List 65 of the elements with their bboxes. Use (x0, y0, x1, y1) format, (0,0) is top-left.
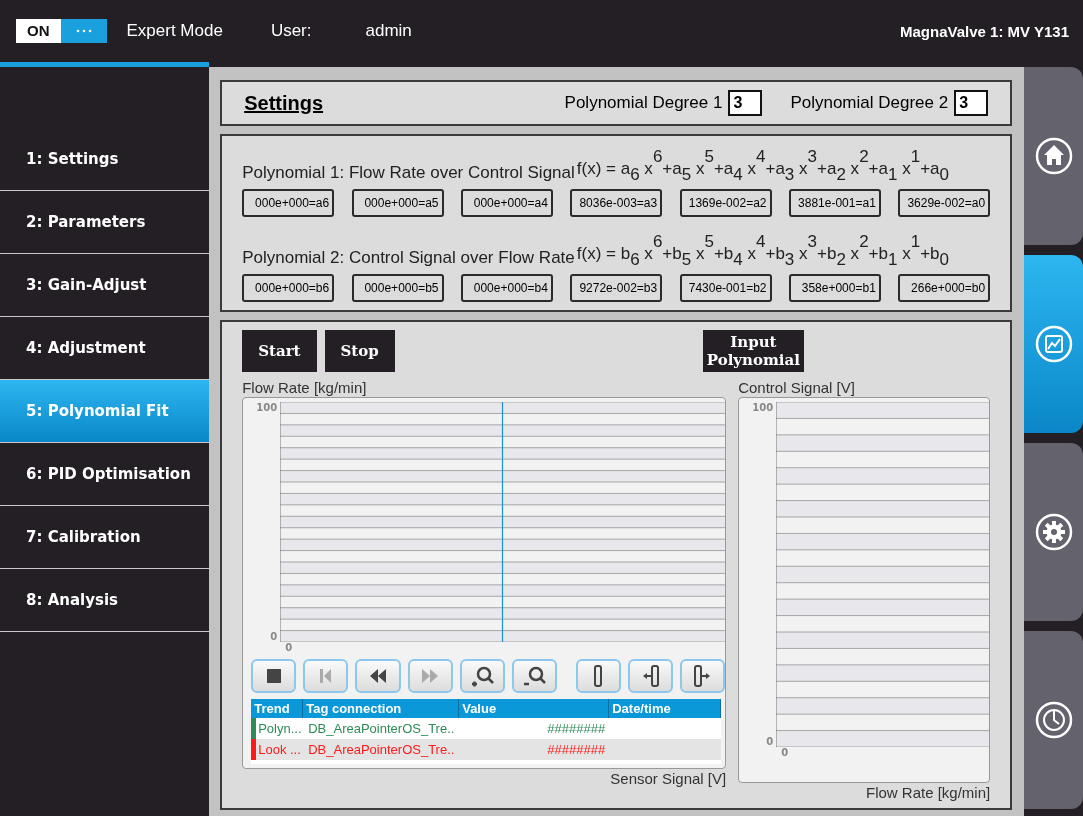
table-cell-text: ######## (546, 741, 607, 759)
input-polynomial-button[interactable]: Input Polynomial (702, 330, 804, 372)
side-tab[interactable] (1024, 443, 1083, 621)
trend-tool-button[interactable] (627, 659, 674, 693)
coefficient-field[interactable]: 000e+000=b5 (351, 274, 444, 302)
coefficient-field[interactable]: 7430e-001=b2 (679, 274, 772, 302)
polynomial-title: Polynomial 1: Flow Rate over Control Signal (242, 163, 575, 183)
table-cell-text: DB_AreaPointerOS_Tre.. (307, 741, 456, 759)
settings-icon (1033, 512, 1074, 552)
axis-tick: 100 (256, 402, 278, 413)
coefficient-field[interactable]: 000e+000=a5 (351, 189, 444, 217)
axis-tick: 0 (781, 747, 790, 758)
chart-icon (1033, 324, 1074, 364)
degree-label: Polynomial Degree 1 (564, 93, 723, 113)
table-cell-text: ######## (546, 720, 607, 738)
home-icon (1033, 136, 1074, 176)
coefficient-field[interactable]: 3881e-001=a1 (788, 189, 881, 217)
table-row[interactable]: Polyn... DB_AreaPointerOS_Tre.. ######## (251, 718, 722, 739)
coefficient-field[interactable]: 358e+000=b1 (788, 274, 881, 302)
coefficient-field[interactable]: 9272e-002=b3 (570, 274, 663, 302)
coefficient-field[interactable]: 266e+000=b0 (898, 274, 991, 302)
coefficient-field[interactable]: 000e+000=a6 (242, 189, 335, 217)
dots-icon (74, 29, 93, 33)
polynomial-title: Polynomial 2: Control Signal over Flow Rate (242, 248, 575, 268)
side-tab[interactable] (1024, 255, 1083, 433)
coefficient-field[interactable]: 000e+000=b6 (242, 274, 335, 302)
coefficient-field[interactable]: 000e+000=b4 (460, 274, 553, 302)
axis-tick: 0 (766, 736, 774, 747)
ruler-left-icon (642, 665, 659, 687)
trend-tool-button[interactable] (575, 659, 621, 693)
zoom-out-icon (522, 664, 547, 688)
device-name: MagnaValve 1: MV Y131 (900, 22, 1069, 40)
trend-tool-button[interactable] (680, 659, 726, 693)
degree-field[interactable]: 3 (728, 90, 763, 116)
axis-label: Flow Rate [kg/min] (242, 378, 367, 397)
trend-tool-button[interactable] (511, 659, 557, 693)
degree-field[interactable]: 3 (954, 90, 989, 116)
coefficient-field[interactable]: 3629e-002=a0 (898, 189, 991, 217)
side-tab[interactable] (1024, 631, 1083, 809)
trend-tool-button[interactable] (355, 659, 401, 693)
axis-tick: 0 (285, 642, 294, 653)
trend-button[interactable]: Start (242, 330, 317, 372)
table-cell: Look ... (251, 739, 304, 760)
coefficient-field[interactable]: 8036e-003=a3 (570, 189, 663, 217)
clock-icon (1033, 700, 1074, 740)
coefficient-field[interactable]: 000e+000=a4 (460, 189, 553, 217)
coefficient-field[interactable]: 1369e-002=a2 (679, 189, 772, 217)
trend-button[interactable]: Stop (324, 330, 395, 372)
ruler-right-icon (694, 665, 712, 687)
side-tab[interactable] (1024, 67, 1083, 245)
axis-label: Control Signal [V] (738, 378, 855, 397)
zoom-in-icon (470, 664, 495, 688)
user-name: admin (365, 21, 412, 41)
axis-tick: 0 (270, 631, 278, 642)
user-label: User: (270, 21, 312, 41)
axis-label: Flow Rate [kg/min] (865, 783, 991, 802)
degree-label: Polynomial Degree 2 (790, 93, 949, 113)
table-cell-text: DB_AreaPointerOS_Tre.. (307, 720, 456, 738)
mode-label: Expert Mode (126, 21, 223, 41)
axis-label: Sensor Signal [V] (610, 769, 727, 788)
settings-title: Settings (244, 91, 324, 115)
trend-tool-button[interactable] (459, 659, 505, 693)
trend-tool-button[interactable] (251, 659, 297, 693)
ruler-icon (594, 665, 603, 687)
axis-tick: 100 (752, 402, 774, 413)
